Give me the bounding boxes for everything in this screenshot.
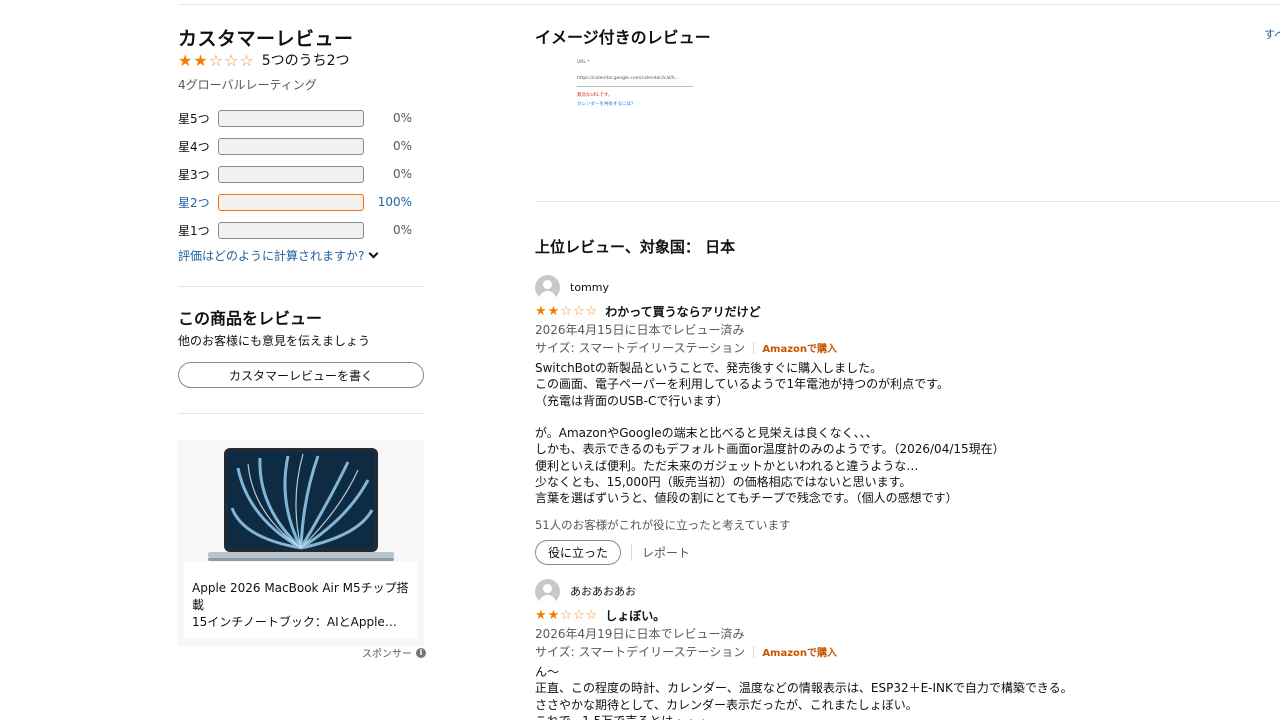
meta-separator (753, 645, 755, 658)
how-ratings-calculated-link[interactable]: 評価はどのように計算されますか? (178, 247, 379, 264)
star-filled-icon: ★ (535, 303, 547, 319)
rating-out-of-text: 5つのうち2つ (261, 53, 350, 69)
star-empty-icon: ☆ (239, 50, 254, 70)
chevron-down-icon (368, 248, 379, 259)
histogram-bar (218, 221, 364, 239)
sponsor-text: スポンサー (362, 649, 412, 660)
section-divider (178, 286, 424, 287)
star-filled-icon: ★ (547, 607, 560, 623)
meta-separator (753, 341, 755, 354)
thumb-error-text: 無効なURLです。 (577, 93, 613, 98)
histogram-bar (218, 137, 364, 155)
review-meta: サイズ: スマートデイリーステーション Amazonで購入 (535, 339, 1155, 356)
macbook-product-image[interactable] (208, 448, 394, 566)
how-ratings-label: 評価はどのように計算されますか? (178, 249, 365, 263)
reviewer-name[interactable]: あおあおあお (570, 583, 636, 599)
histogram-row-1: 星1つ 0% (178, 216, 424, 244)
section-divider (178, 413, 424, 414)
reviewer-name[interactable]: tommy (570, 281, 609, 294)
thumb-label: URL * (577, 60, 590, 65)
histogram-bar (218, 109, 364, 127)
star-filled-icon: ★ (535, 607, 547, 623)
helpful-button[interactable]: 役に立った (535, 539, 622, 565)
star-empty-icon: ☆ (224, 50, 239, 70)
thumb-help-text: カレンダーを共有するには？ (577, 102, 636, 107)
top-divider (178, 4, 1280, 5)
histogram-row-5: 星5つ 0% (178, 104, 424, 132)
review-title[interactable]: しょぼい。 (605, 607, 665, 624)
star-empty-icon: ☆ (585, 607, 598, 623)
verified-purchase-badge: Amazonで購入 (762, 344, 838, 355)
star-empty-icon: ☆ (572, 607, 585, 623)
review-actions: 役に立った レポート (535, 539, 1155, 565)
review-meta: サイズ: スマートデイリーステーション Amazonで購入 (535, 643, 1155, 660)
star-empty-icon: ☆ (560, 303, 572, 319)
star-empty-icon: ☆ (208, 50, 224, 70)
review-body: SwitchBotの新製品ということで、発売後すぐに購入しました。 この画面、電… (535, 361, 1005, 506)
review-title[interactable]: わかって買うならアリだけど (605, 303, 760, 320)
info-icon[interactable]: i (416, 647, 426, 658)
customer-reviews-heading: カスタマーレビュー (178, 28, 354, 50)
histogram-percent: 0% (392, 223, 412, 237)
top-reviews-heading: 上位レビュー、対象国： 日本 (535, 238, 736, 256)
histogram-row-4: 星4つ 0% (178, 132, 424, 160)
histogram-percent: 0% (392, 167, 412, 181)
histogram-label[interactable]: 星2つ (178, 194, 218, 211)
thumb-input-line (577, 86, 693, 87)
review-date: 2026年4月15日に日本でレビュー済み (535, 323, 745, 337)
avatar[interactable] (535, 274, 560, 300)
review-header: ★ ★ ☆ ☆ ☆ しょぼい。 (535, 606, 1155, 624)
review-star-rating[interactable]: ★ ★ ☆ ☆ ☆ (535, 304, 597, 319)
histogram-label: 星3つ (178, 167, 210, 182)
review-item: tommy ★ ★ ☆ ☆ ☆ わかって買うならアリだけど 2026年4月15日に日本で… (535, 274, 1155, 565)
rating-histogram: 星5つ 0% 星4つ 0% 星3つ 0% 星2つ 100% 星1つ 0% (178, 104, 424, 244)
histogram-label: 星4つ (178, 139, 210, 154)
histogram-percent: 0% (392, 139, 412, 153)
review-this-product-heading: この商品をレビュー (178, 309, 323, 328)
global-ratings-count: 4グローバルレーティング (178, 78, 317, 92)
share-thoughts-text: 他のお客様にも意見を伝えましょう (178, 334, 371, 348)
review-item: あおあおあお ★ ★ ☆ ☆ ☆ しょぼい。 2026年4月19日に日本でレビュー済み … (535, 578, 1155, 720)
average-rating[interactable]: ★ ★ ☆ ☆ ☆ 5つのうち2つ (178, 50, 350, 70)
review-image-thumbnail[interactable]: URL * https://calendar.google.com/calend… (573, 56, 697, 116)
image-reviews-heading: イメージ付きのレビュー (535, 28, 711, 47)
product-title-line1[interactable]: Apple 2026 MacBook Air M5チップ搭載 (192, 580, 410, 614)
review-size[interactable]: サイズ: スマートデイリーステーション (535, 339, 745, 356)
review-size[interactable]: サイズ: スマートデイリーステーション (535, 643, 745, 660)
histogram-percent: 0% (392, 111, 412, 125)
histogram-bar (218, 165, 364, 183)
helpful-count: 51人のお客様がこれが役に立ったと考えています (535, 517, 791, 532)
sponsored-label[interactable]: スポンサー i (362, 645, 426, 660)
star-filled-icon: ★ (193, 50, 208, 70)
report-link[interactable]: レポート (631, 543, 690, 561)
review-body: ん〜 正直、この程度の時計、カレンダー、温度などの情報表示は、ESP32＋E-I… (535, 665, 1073, 720)
star-filled-icon: ★ (547, 303, 560, 319)
section-divider (535, 201, 1280, 202)
histogram-bar[interactable] (218, 193, 364, 211)
star-empty-icon: ☆ (585, 303, 598, 319)
histogram-percent[interactable]: 100% (364, 195, 412, 209)
histogram-label: 星1つ (178, 223, 210, 238)
verified-purchase-badge: Amazonで購入 (762, 648, 838, 659)
sponsored-product-card[interactable]: Apple 2026 MacBook Air M5チップ搭載 15インチノートブ… (178, 440, 424, 646)
see-all-images-link[interactable]: すべ (1264, 26, 1280, 42)
histogram-row-3: 星3つ 0% (178, 160, 424, 188)
review-header: ★ ★ ☆ ☆ ☆ わかって買うならアリだけど (535, 302, 1155, 320)
review-author[interactable]: あおあおあお (535, 578, 1155, 604)
sponsored-product-title[interactable]: Apple 2026 MacBook Air M5チップ搭載 15インチノートブ… (184, 562, 418, 638)
product-title-line2[interactable]: 15インチノートブック：AIとApple… (192, 614, 410, 631)
thumb-url-text: https://calendar.google.com/calendar/ica… (577, 76, 679, 81)
star-filled-icon: ★ (178, 50, 193, 70)
write-review-button[interactable]: カスタマーレビューを書く (178, 362, 424, 388)
avatar[interactable] (535, 578, 560, 604)
review-author[interactable]: tommy (535, 274, 1155, 300)
histogram-label: 星5つ (178, 111, 210, 126)
review-date: 2026年4月19日に日本でレビュー済み (535, 627, 745, 641)
histogram-row-2[interactable]: 星2つ 100% (178, 188, 424, 216)
star-empty-icon: ☆ (560, 607, 572, 623)
average-star-rating: ★ ★ ☆ ☆ ☆ (178, 50, 254, 70)
review-star-rating[interactable]: ★ ★ ☆ ☆ ☆ (535, 608, 597, 623)
star-empty-icon: ☆ (572, 303, 585, 319)
